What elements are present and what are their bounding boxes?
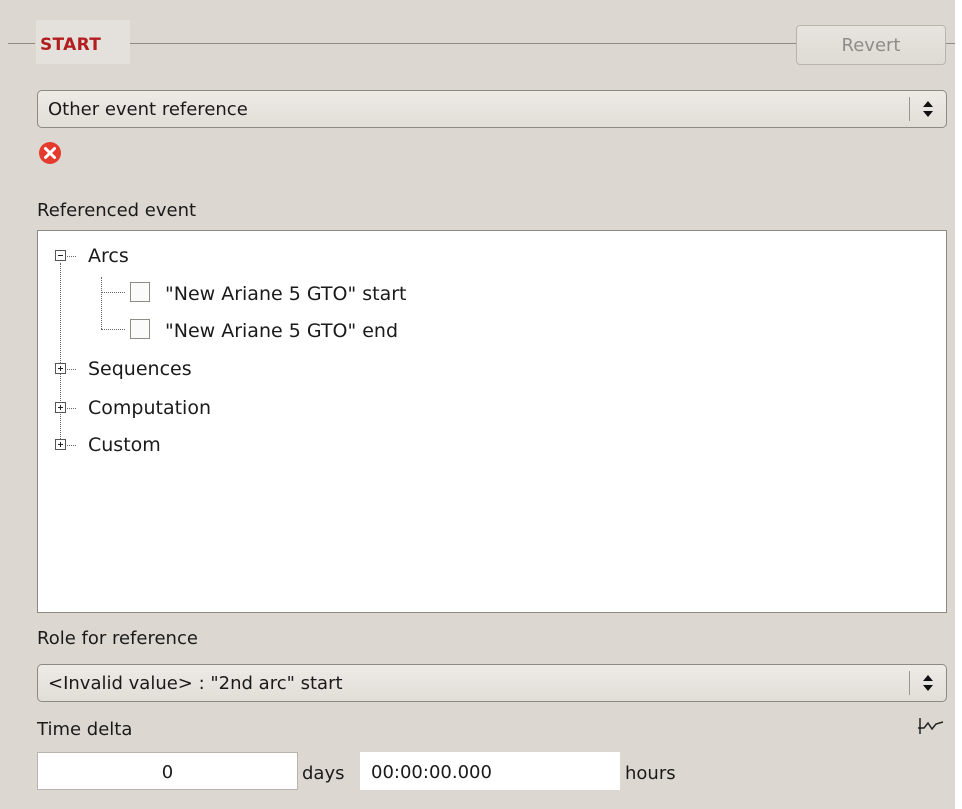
reference-type-value: Other event reference	[48, 99, 248, 120]
tree-connector	[101, 292, 125, 293]
role-value: <Invalid value> : "2nd arc" start	[48, 673, 343, 694]
expand-toggle-icon[interactable]	[55, 363, 66, 374]
tree-item-sequences[interactable]: Sequences	[88, 358, 192, 380]
tree-connector	[60, 263, 61, 443]
collapse-toggle-icon[interactable]	[55, 250, 66, 261]
role-label: Role for reference	[37, 628, 198, 649]
tree-item-ariane-end[interactable]: "New Ariane 5 GTO" end	[165, 320, 398, 342]
revert-button[interactable]: Revert	[796, 25, 946, 65]
days-unit: days	[302, 763, 345, 784]
days-input-value: 0	[161, 762, 174, 783]
event-checkbox[interactable]	[130, 319, 150, 339]
group-title: START	[40, 35, 102, 55]
tree-connector	[67, 256, 76, 257]
tree-item-ariane-start[interactable]: "New Ariane 5 GTO" start	[165, 283, 407, 305]
hours-unit: hours	[625, 763, 676, 784]
tree-connector	[101, 329, 125, 330]
tree-connector	[67, 445, 76, 446]
tree-item-custom[interactable]: Custom	[88, 434, 161, 456]
event-checkbox[interactable]	[130, 282, 150, 302]
role-select[interactable]: <Invalid value> : "2nd arc" start	[37, 664, 947, 702]
tree-item-computation[interactable]: Computation	[88, 397, 211, 419]
group-title-box: START	[36, 20, 130, 64]
hours-input-value: 00:00:00.000	[371, 762, 492, 783]
group-frame-line	[130, 43, 796, 44]
expand-toggle-icon[interactable]	[55, 402, 66, 413]
graph-icon[interactable]	[916, 715, 946, 737]
window-edge	[955, 0, 962, 809]
combo-separator	[909, 671, 910, 695]
tree-connector	[67, 408, 76, 409]
hours-input[interactable]: 00:00:00.000	[360, 752, 620, 790]
combo-separator	[909, 97, 910, 121]
time-delta-label: Time delta	[37, 719, 133, 740]
tree-item-arcs[interactable]: Arcs	[88, 245, 129, 267]
referenced-event-label: Referenced event	[37, 200, 197, 221]
error-icon	[39, 142, 61, 164]
days-input[interactable]: 0	[37, 752, 298, 790]
tree-connector	[101, 277, 102, 329]
referenced-event-tree[interactable]: Arcs "New Ariane 5 GTO" start "New Arian…	[37, 230, 947, 613]
group-frame-line	[8, 43, 35, 44]
expand-toggle-icon[interactable]	[55, 439, 66, 450]
revert-button-label: Revert	[841, 34, 901, 56]
reference-type-select[interactable]: Other event reference	[37, 90, 947, 128]
event-start-panel: START Revert Other event reference Refer…	[0, 0, 962, 809]
tree-connector	[67, 369, 76, 370]
updown-arrows-icon	[923, 675, 933, 691]
updown-arrows-icon	[923, 101, 933, 117]
